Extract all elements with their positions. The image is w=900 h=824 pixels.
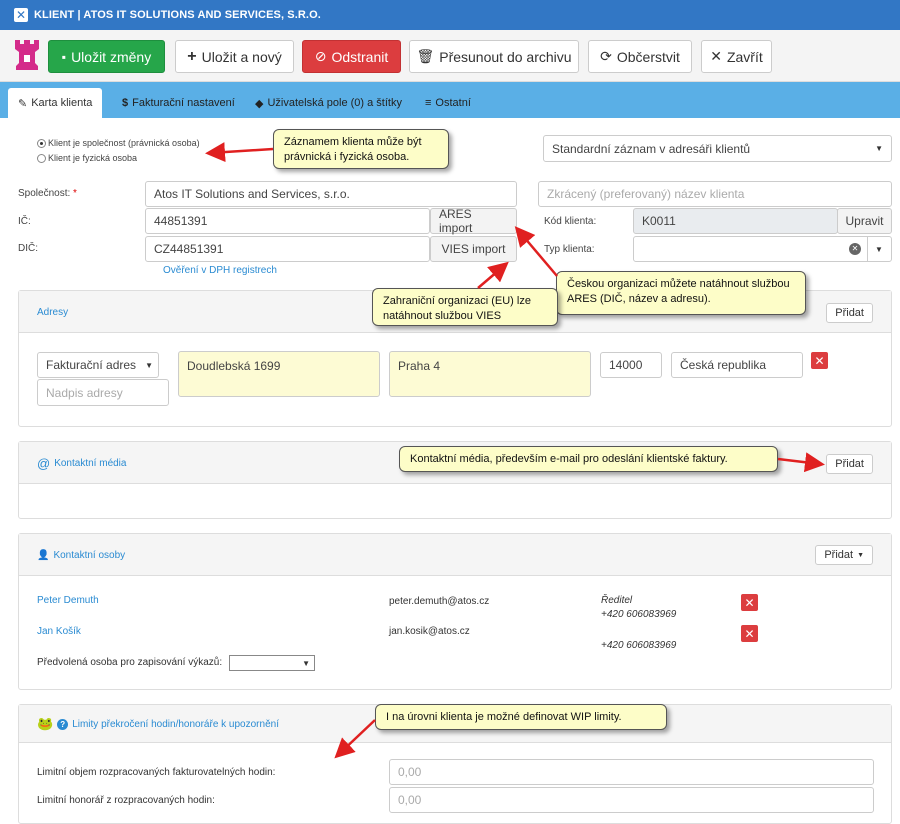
title-bar: ✕ KLIENT | ATOS IT SOLUTIONS AND SERVICE…	[0, 0, 900, 30]
fee-limit-label: Limitní honorář z rozpracovaných hodin:	[37, 795, 215, 806]
short-name-input[interactable]: Zkrácený (preferovaný) název klienta	[538, 181, 892, 207]
ic-label: IČ:	[18, 216, 31, 227]
client-code-input[interactable]: K0011	[633, 208, 838, 234]
addresses-title: Adresy	[37, 306, 69, 318]
frog-icon: 🐸	[37, 716, 54, 731]
archive-button[interactable]: 🗑 Přesunout do archivu	[409, 40, 579, 73]
ban-icon: ⊘	[314, 48, 327, 64]
list-icon: ≡	[425, 97, 432, 109]
delete-person-icon[interactable]: ✕	[741, 625, 758, 642]
caret-down-icon: ▼	[875, 144, 883, 153]
at-icon: @	[37, 455, 51, 471]
edit-code-button[interactable]: Upravit	[837, 208, 892, 234]
tag-icon: ◆	[255, 97, 264, 110]
caret-down-icon: ▼	[145, 361, 153, 370]
close-icon: ✕	[710, 48, 722, 64]
save-and-new-button[interactable]: + Uložit a nový	[175, 40, 294, 73]
address-type-select[interactable]: Fakturační adres ▼	[37, 352, 159, 378]
refresh-button[interactable]: ⟳ Občerstvit	[588, 40, 692, 73]
add-media-button[interactable]: Přidat	[826, 454, 873, 474]
person-role: Ředitel	[601, 595, 633, 606]
fee-limit-input[interactable]: 0,00	[389, 787, 874, 813]
callout-vies: Zahraniční organizaci (EU) lze natáhnout…	[372, 288, 558, 326]
delete-button[interactable]: ⊘ Odstranit	[302, 40, 401, 73]
radio-person[interactable]: Klient je fyzická osoba	[37, 153, 137, 163]
delete-address-icon[interactable]: ✕	[811, 352, 828, 369]
caret-down-icon[interactable]: ▼	[875, 245, 883, 254]
person-phone: +420 606083969	[601, 609, 677, 620]
window-title: KLIENT | ATOS IT SOLUTIONS AND SERVICES,…	[34, 9, 321, 21]
default-person-select[interactable]: ▼	[229, 655, 315, 671]
rook-logo-icon	[15, 40, 39, 70]
person-email: peter.demuth@atos.cz	[389, 596, 490, 607]
country-input[interactable]: Česká republika	[671, 352, 803, 378]
ares-import-button[interactable]: ARES import	[430, 207, 517, 235]
person-name-link[interactable]: Jan Košík	[37, 626, 81, 637]
contact-media-title: @ Kontaktní média	[37, 455, 127, 471]
company-input[interactable]: Atos IT Solutions and Services, s.r.o.	[145, 181, 517, 207]
hours-limit-label: Limitní objem rozpracovaných fakturovate…	[37, 767, 276, 778]
tab-user-fields[interactable]: ◆ Uživatelská pole (0) a štítky	[255, 88, 402, 118]
tab-billing[interactable]: $ Fakturační nastavení	[122, 88, 235, 118]
add-person-button[interactable]: Přidat ▼	[815, 545, 873, 565]
city-textarea[interactable]: Praha 4	[389, 351, 591, 397]
limits-title: 🐸 ? Limity překročení hodin/honoráře k u…	[37, 716, 279, 731]
address-title-input[interactable]: Nadpis adresy	[37, 379, 169, 406]
hours-limit-input[interactable]: 0,00	[389, 759, 874, 785]
person-email: jan.kosik@atos.cz	[389, 626, 470, 637]
callout-wip-limits: I na úrovni klienta je možné definovat W…	[375, 704, 667, 730]
default-person-label: Předvolená osoba pro zapisování výkazů:	[37, 657, 223, 668]
close-button[interactable]: ✕ Zavřít	[701, 40, 772, 73]
trash-icon: 🗑	[416, 48, 435, 64]
client-code-label: Kód klienta:	[544, 216, 597, 227]
dic-input[interactable]: CZ44851391	[145, 236, 430, 262]
contact-persons-header: 👤 Kontaktní osoby Přidat ▼	[19, 534, 891, 576]
person-name-link[interactable]: Peter Demuth	[37, 595, 99, 606]
close-window-icon[interactable]: ✕	[14, 8, 28, 22]
person-phone: +420 606083969	[601, 640, 677, 651]
refresh-icon: ⟳	[600, 48, 612, 64]
dic-label: DIČ:	[18, 243, 38, 254]
toolbar: ▪ Uložit změny + Uložit a nový ⊘ Odstranit …	[0, 30, 900, 82]
add-address-button[interactable]: Přidat	[826, 303, 873, 323]
edit-icon: ✎	[18, 97, 28, 110]
tab-client-card[interactable]: ✎ Karta klienta	[8, 88, 103, 118]
callout-contact-media: Kontaktní média, především e-mail pro od…	[399, 446, 778, 472]
floppy-icon: ▪	[61, 49, 67, 64]
save-button[interactable]: ▪ Uložit změny	[48, 40, 165, 73]
callout-client-type: Záznamem klienta může být právnická i fy…	[273, 129, 449, 169]
caret-down-icon: ▼	[302, 659, 310, 668]
street-textarea[interactable]: Doudlebská 1699	[178, 351, 380, 397]
tab-bar: ✎ Karta klienta $ Fakturační nastavení ◆ Už…	[0, 82, 900, 118]
vat-verify-link[interactable]: Ověření v DPH registrech	[163, 265, 277, 276]
radio-company[interactable]: Klient je společnost (právnická osoba)	[37, 138, 200, 148]
tab-other[interactable]: ≡ Ostatní	[425, 88, 471, 118]
clear-icon[interactable]: ✕	[849, 243, 861, 255]
ic-input[interactable]: 44851391	[145, 208, 430, 234]
help-icon: ?	[57, 718, 69, 730]
record-type-select[interactable]: Standardní záznam v adresáři klientů ▼	[543, 135, 892, 162]
zip-input[interactable]: 14000	[600, 352, 662, 378]
radio-dot-icon	[37, 153, 46, 163]
radio-dot-icon	[37, 138, 46, 148]
callout-ares: Českou organizaci můžete natáhnout služb…	[556, 271, 806, 315]
plus-icon: +	[187, 47, 197, 65]
company-label: Společnost: *	[18, 188, 77, 199]
caret-down-icon: ▼	[857, 551, 864, 559]
delete-person-icon[interactable]: ✕	[741, 594, 758, 611]
dollar-icon: $	[122, 97, 129, 109]
contact-persons-title: 👤 Kontaktní osoby	[37, 549, 126, 561]
divider	[867, 237, 868, 261]
vies-import-button[interactable]: VIES import	[430, 236, 517, 262]
client-type-label: Typ klienta:	[544, 244, 595, 255]
user-icon: 👤	[37, 549, 50, 561]
